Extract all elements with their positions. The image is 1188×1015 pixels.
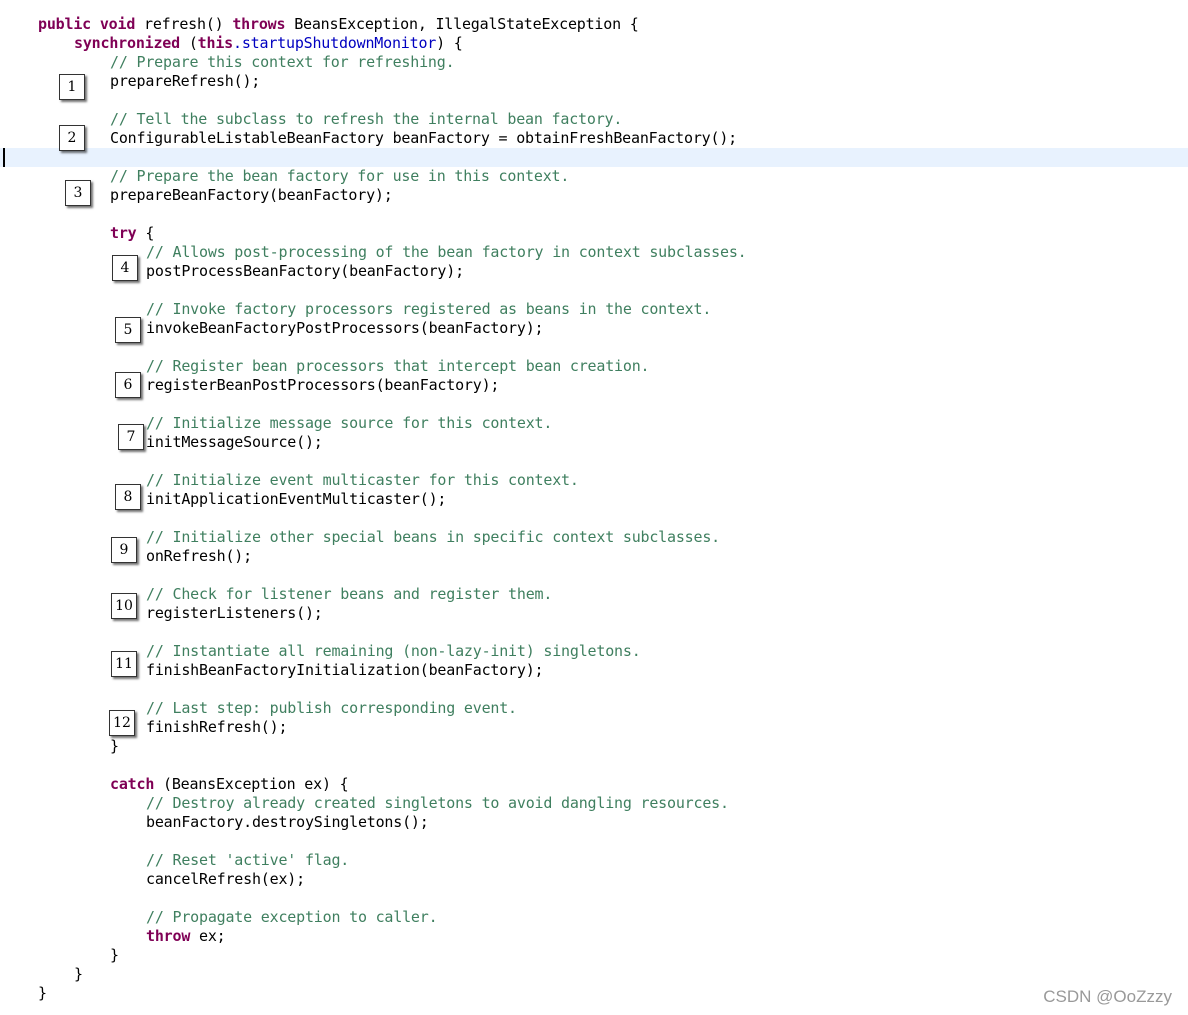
- comment-6: // Register bean processors that interce…: [146, 357, 650, 375]
- paren-open: (: [188, 34, 198, 52]
- method-name: refresh(): [144, 15, 224, 33]
- comment-2: // Tell the subclass to refresh the inte…: [110, 110, 623, 128]
- statement-10: registerListeners();: [146, 604, 323, 622]
- step-badge-11: 11: [111, 651, 137, 677]
- comment-14: // Reset 'active' flag.: [146, 851, 350, 869]
- statement-5: invokeBeanFactoryPostProcessors(beanFact…: [146, 319, 544, 337]
- step-badge-9: 9: [111, 537, 137, 563]
- watermark: CSDN @OoZzzy: [1043, 987, 1172, 1006]
- comment-10: // Check for listener beans and register…: [146, 585, 553, 603]
- statement-4: postProcessBeanFactory(beanFactory);: [146, 262, 464, 280]
- statement-12: finishRefresh();: [146, 718, 288, 736]
- comment-8: // Initialize event multicaster for this…: [146, 471, 579, 489]
- try-open-brace: {: [136, 224, 155, 242]
- step-badge-3: 3: [65, 180, 91, 206]
- code-editor[interactable]: public void refresh() throws BeansExcept…: [0, 0, 1188, 1015]
- keyword-catch: catch: [110, 775, 155, 793]
- catch-clause: (BeansException ex) {: [154, 775, 349, 793]
- step-badge-1: 1: [59, 74, 85, 100]
- method-signature-line: public void refresh() throws BeansExcept…: [38, 15, 639, 34]
- current-line-highlight: [0, 148, 1188, 167]
- statement-7: initMessageSource();: [146, 433, 323, 451]
- step-badge-4: 4: [112, 255, 138, 281]
- step-badge-7: 7: [118, 424, 144, 450]
- statement-14: cancelRefresh(ex);: [146, 870, 305, 888]
- statement-13: beanFactory.destroySingletons();: [146, 813, 429, 831]
- paren-close: ) {: [436, 34, 463, 52]
- keyword-this: this: [197, 34, 234, 52]
- comment-5: // Invoke factory processors registered …: [146, 300, 712, 318]
- comment-13: // Destroy already created singletons to…: [146, 794, 729, 812]
- throws-list: BeansException, IllegalStateException {: [294, 15, 639, 33]
- statement-2: ConfigurableListableBeanFactory beanFact…: [110, 129, 737, 147]
- comment-9: // Initialize other special beans in spe…: [146, 528, 720, 546]
- step-badge-5: 5: [115, 317, 141, 343]
- step-badge-12: 12: [109, 710, 135, 736]
- keyword-try: try: [110, 224, 137, 242]
- statement-8: initApplicationEventMulticaster();: [146, 490, 447, 508]
- catch-line: catch (BeansException ex) {: [110, 775, 349, 794]
- text-caret: [3, 148, 5, 167]
- method-close-brace: }: [38, 984, 47, 1002]
- statement-6: registerBeanPostProcessors(beanFactory);: [146, 376, 500, 394]
- keyword-void: void: [99, 15, 136, 33]
- keyword-throws: throws: [232, 15, 286, 33]
- comment-15: // Propagate exception to caller.: [146, 908, 438, 926]
- comment-11: // Instantiate all remaining (non-lazy-i…: [146, 642, 641, 660]
- step-badge-2: 2: [59, 125, 85, 151]
- comment-3: // Prepare the bean factory for use in t…: [110, 167, 570, 185]
- comment-4: // Allows post-processing of the bean fa…: [146, 243, 747, 261]
- keyword-throw: throw: [146, 927, 191, 945]
- synchronized-close-brace: }: [74, 965, 83, 983]
- keyword-synchronized: synchronized: [74, 34, 180, 52]
- throw-line: throw ex;: [146, 927, 226, 946]
- statement-1: prepareRefresh();: [110, 72, 261, 90]
- try-line: try {: [110, 224, 154, 243]
- step-badge-6: 6: [115, 372, 141, 398]
- monitor-field: .startupShutdownMonitor: [233, 34, 437, 52]
- step-badge-10: 10: [111, 593, 137, 619]
- comment-1: // Prepare this context for refreshing.: [110, 53, 455, 71]
- step-badge-8: 8: [115, 484, 141, 510]
- comment-12: // Last step: publish corresponding even…: [146, 699, 517, 717]
- catch-close-brace: }: [110, 946, 119, 964]
- comment-7: // Initialize message source for this co…: [146, 414, 553, 432]
- statement-15: ex;: [199, 927, 226, 945]
- synchronized-line: synchronized (this.startupShutdownMonito…: [74, 34, 463, 53]
- try-close-brace: }: [110, 737, 119, 755]
- statement-11: finishBeanFactoryInitialization(beanFact…: [146, 661, 544, 679]
- keyword-public: public: [38, 15, 91, 33]
- statement-3: prepareBeanFactory(beanFactory);: [110, 186, 393, 204]
- statement-9: onRefresh();: [146, 547, 252, 565]
